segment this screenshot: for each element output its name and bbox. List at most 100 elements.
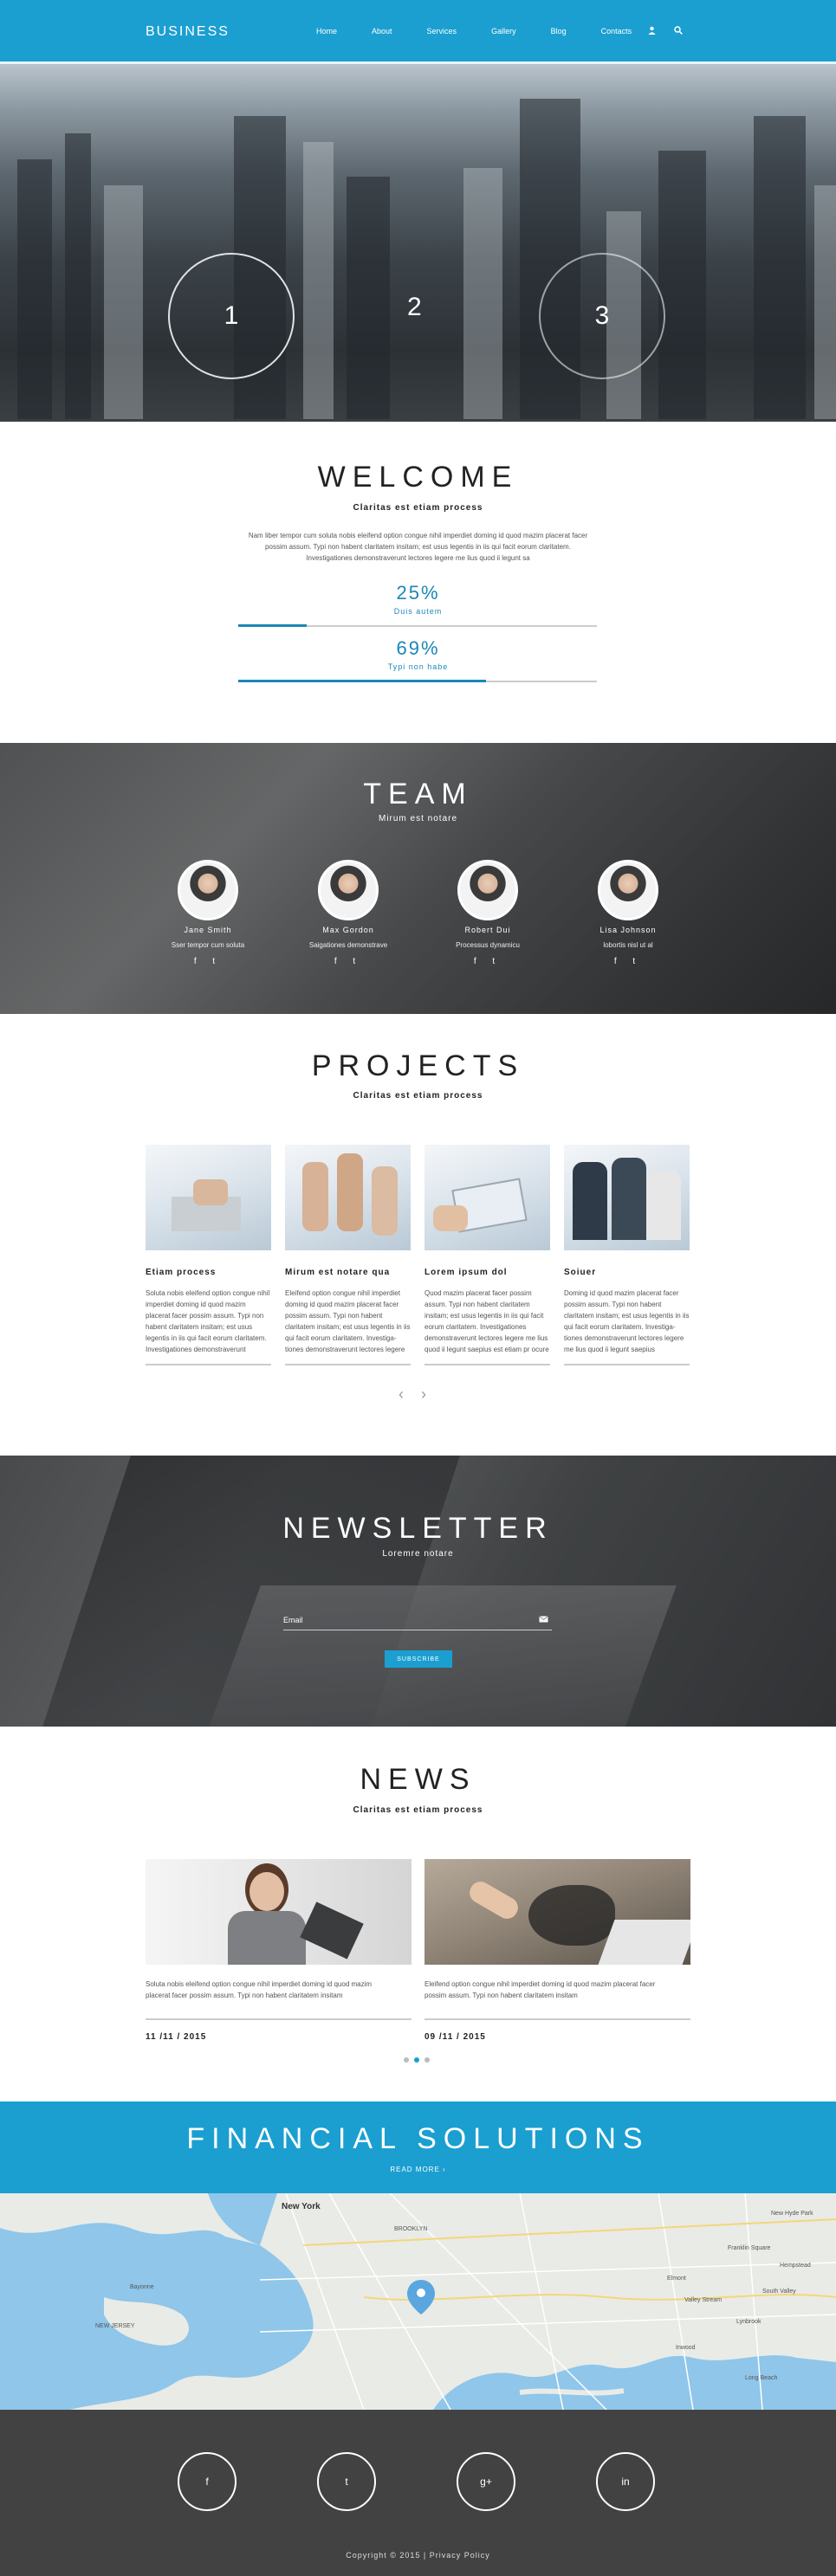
member-social[interactable]: f t (427, 957, 548, 966)
google-plus-icon[interactable]: g+ (457, 2452, 515, 2511)
facebook-icon[interactable]: f (178, 2452, 237, 2511)
project-image[interactable] (424, 1145, 550, 1250)
team-title: TEAM (363, 778, 473, 810)
member-social[interactable]: f t (288, 957, 409, 966)
team-member: Robert Dui Processus dynamicu f t (427, 860, 548, 966)
team-member: Jane Smith Sser tempor cum soluta f t (147, 860, 269, 966)
stat-2-label: Typi non habe (387, 662, 449, 671)
projects-subtitle: Claritas est etiam process (353, 1091, 483, 1101)
member-social[interactable]: f t (567, 957, 689, 966)
news-date: 09 /11 / 2015 (424, 2032, 486, 2042)
news-card[interactable]: Soluta nobis eleifend option congue nihi… (146, 1859, 412, 2042)
financial-banner: FINANCIAL SOLUTIONS READ MORE › (0, 2101, 836, 2193)
avatar (318, 860, 379, 920)
stat-1-value: 25% (396, 582, 440, 604)
site-header: BUSINESS Home About Services Gallery Blo… (0, 0, 836, 64)
email-field (283, 1611, 552, 1630)
news-image[interactable] (146, 1859, 412, 1965)
avatar (457, 860, 518, 920)
read-more-button[interactable]: READ MORE › (0, 2166, 836, 2173)
project-image[interactable] (146, 1145, 271, 1250)
nav-services[interactable]: Services (427, 27, 457, 36)
linkedin-icon[interactable]: in (596, 2452, 655, 2511)
hero-slider: 1 2 3 (0, 64, 836, 422)
project-card[interactable]: Lorem ipsum dol Quod mazim placerat face… (424, 1145, 550, 1365)
copyright-text: Copyright © 2015 | (346, 2551, 427, 2560)
slide-1-button[interactable]: 1 (168, 253, 295, 379)
map[interactable]: New York BROOKLYN Valley Stream Franklin… (0, 2193, 836, 2410)
member-social[interactable]: f t (147, 957, 269, 966)
project-title[interactable]: Mirum est notare qua (285, 1268, 411, 1277)
news-image[interactable] (424, 1859, 690, 1965)
member-name: Robert Dui (464, 926, 511, 934)
user-icon[interactable] (648, 26, 656, 37)
newsletter-section: NEWSLETTER Loremre notare SUBSCRIBE (0, 1456, 836, 1727)
nav-gallery[interactable]: Gallery (491, 27, 516, 36)
email-input[interactable] (283, 1611, 526, 1629)
copyright: Copyright © 2015 | Privacy Policy (0, 2551, 836, 2560)
member-role: Saigationes demonstrave (308, 941, 388, 949)
stat-2-bar (238, 680, 597, 682)
slide-2-button[interactable]: 2 (407, 293, 422, 322)
nav-home[interactable]: Home (316, 27, 337, 36)
news-card[interactable]: Eleifend option congue nihil imperdiet d… (424, 1859, 690, 2042)
news-pagination (404, 2057, 430, 2063)
project-image[interactable] (564, 1145, 690, 1250)
nav-contacts[interactable]: Contacts (601, 27, 632, 36)
news-dot[interactable] (424, 2057, 430, 2063)
stat-2-value: 69% (396, 637, 440, 659)
avatar (598, 860, 658, 920)
news-dot-active[interactable] (414, 2057, 419, 2063)
news-text: Eleifend option congue nihil imperdiet d… (424, 1980, 656, 1999)
project-title[interactable]: Etiam process (146, 1268, 271, 1277)
stat-1-bar (238, 624, 597, 627)
news-text: Soluta nobis eleifend option congue nihi… (146, 1980, 373, 1999)
twitter-icon[interactable]: t (317, 2452, 376, 2511)
project-text: Quod mazim placerat facer possim assum. … (424, 1289, 549, 1353)
project-text: Doming id quod mazim placerat facer poss… (564, 1289, 690, 1353)
prev-arrow-icon[interactable]: ‹ (399, 1385, 421, 1403)
project-pagination: ‹› (399, 1385, 444, 1404)
next-arrow-icon[interactable]: › (421, 1385, 444, 1403)
news-date: 11 /11 / 2015 (146, 2032, 207, 2042)
member-name: Jane Smith (184, 926, 232, 934)
project-title[interactable]: Soiuer (564, 1268, 690, 1277)
member-name: Max Gordon (322, 926, 374, 934)
search-icon[interactable] (674, 26, 683, 37)
main-nav: Home About Services Gallery Blog Contact… (316, 27, 666, 36)
project-title[interactable]: Lorem ipsum dol (424, 1268, 550, 1277)
team-member: Max Gordon Saigationes demonstrave f t (288, 860, 409, 966)
project-text: Soluta nobis eleifend option congue nihi… (146, 1289, 270, 1353)
team-subtitle: Mirum est notare (378, 814, 458, 823)
member-role: Processus dynamicu (456, 941, 520, 949)
mail-icon (539, 1616, 548, 1624)
project-image[interactable] (285, 1145, 411, 1250)
member-name: Lisa Johnson (599, 926, 657, 934)
newsletter-subtitle: Loremre notare (382, 1549, 454, 1559)
project-card[interactable]: Soiuer Doming id quod mazim placerat fac… (564, 1145, 690, 1365)
stat-1-label: Duis autem (393, 607, 443, 616)
project-text: Eleifend option congue nihil imperdiet d… (285, 1289, 411, 1353)
project-card[interactable]: Mirum est notare qua Eleifend option con… (285, 1145, 411, 1365)
newsletter-title: NEWSLETTER (282, 1512, 554, 1545)
nav-about[interactable]: About (372, 27, 392, 36)
slide-3-button[interactable]: 3 (539, 253, 665, 379)
projects-title: PROJECTS (311, 1049, 525, 1082)
welcome-subtitle: Claritas est etiam process (353, 503, 483, 513)
project-card[interactable]: Etiam process Soluta nobis eleifend opti… (146, 1145, 271, 1365)
news-title: NEWS (360, 1763, 476, 1796)
welcome-text: Nam liber tempor cum soluta nobis eleife… (248, 532, 588, 562)
member-role: lobortis nisl ut al (603, 941, 653, 949)
news-dot[interactable] (404, 2057, 409, 2063)
news-subtitle: Claritas est etiam process (353, 1805, 483, 1815)
subscribe-button[interactable]: SUBSCRIBE (385, 1650, 452, 1668)
footer: f t g+ in Copyright © 2015 | Privacy Pol… (0, 2410, 836, 2576)
nav-blog[interactable]: Blog (551, 27, 567, 36)
welcome-title: WELCOME (317, 461, 519, 494)
logo[interactable]: BUSINESS (146, 24, 230, 40)
team-section: TEAM Mirum est notare Jane Smith Sser te… (0, 743, 836, 1014)
member-role: Sser tempor cum soluta (171, 941, 245, 949)
privacy-policy-link[interactable]: Privacy Policy (430, 2551, 490, 2560)
financial-title: FINANCIAL SOLUTIONS (186, 2122, 650, 2155)
avatar (178, 860, 238, 920)
